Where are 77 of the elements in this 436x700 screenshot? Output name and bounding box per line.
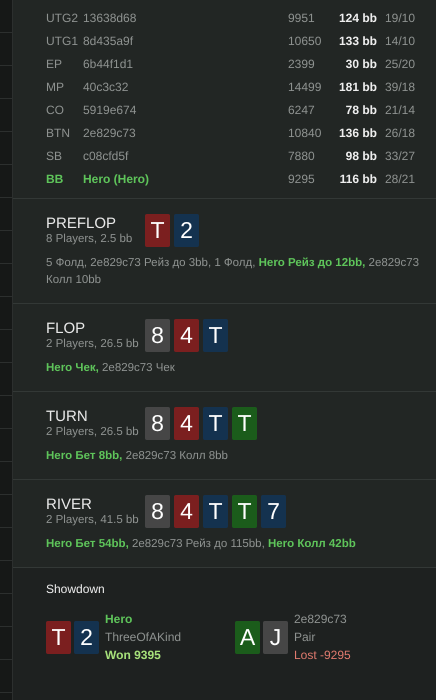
- street-title: RIVER: [46, 495, 93, 514]
- playing-card: J: [263, 620, 288, 654]
- playing-card: 8: [145, 319, 170, 352]
- chip-count: 14499: [288, 80, 322, 94]
- chip-count: 10650: [288, 34, 322, 48]
- seat-position: SB: [46, 148, 64, 162]
- result-amount: Lost -9295: [294, 648, 351, 662]
- stack-size: 78 bb: [344, 102, 378, 116]
- street-title: FLOP: [46, 319, 86, 338]
- action-log: 5 Фолд, 2e829c73 Рейз до 3bb, 1 Фолд, Hero Рейз до 12bb, 2e829c73 Колл 10bb: [46, 256, 420, 288]
- playing-card: 8: [145, 495, 170, 528]
- action-log: Hero Бет 8bb, 2e829c73 Колл 8bb: [46, 449, 229, 464]
- player-name: 13638d68: [83, 10, 138, 24]
- street-title: TURN: [46, 407, 89, 426]
- chip-count: 9295: [288, 172, 316, 186]
- playing-card: T: [145, 214, 170, 247]
- street-info: 2 Players, 26.5 bb: [46, 426, 139, 438]
- player-stats: 39/18: [385, 80, 416, 94]
- stack-size: 30 bb: [344, 56, 378, 70]
- playing-card: T: [232, 407, 257, 440]
- showdown-title: Showdown: [46, 582, 106, 596]
- playing-card: T: [203, 495, 228, 528]
- player-name: 2e829c73: [294, 612, 348, 626]
- chip-count: 10840: [288, 126, 322, 140]
- street-title: PREFLOP: [46, 214, 118, 233]
- chip-count: 6247: [288, 102, 316, 116]
- player-stats: 33/27: [385, 148, 416, 162]
- stack-size: 124 bb: [338, 10, 378, 24]
- player-name: 8d435a9f: [83, 34, 134, 48]
- seat-position: CO: [46, 102, 65, 116]
- chip-count: 7880: [288, 148, 316, 162]
- player-name: Hero: [105, 612, 134, 626]
- player-name: Hero (Hero): [83, 172, 150, 186]
- player-name: 2e829c73: [83, 126, 137, 140]
- stack-size: 181 bb: [338, 80, 378, 94]
- action-log: Hero Чек, 2e829c73 Чек: [46, 361, 176, 376]
- player-stats: 19/10: [385, 10, 416, 24]
- result-amount: Won 9395: [105, 648, 162, 662]
- action-log: Hero Бет 54bb, 2e829c73 Рейз до 115bb, Hero Колл 42bb: [46, 537, 357, 552]
- playing-card: 4: [174, 407, 199, 440]
- stack-size: 116 bb: [338, 172, 378, 186]
- seat-position: UTG1: [46, 34, 80, 48]
- stack-size: 133 bb: [338, 34, 378, 48]
- player-stats: 25/20: [385, 56, 416, 70]
- playing-card: 7: [261, 495, 286, 528]
- player-stats: 28/21: [385, 172, 416, 186]
- chip-count: 9951: [288, 10, 316, 24]
- player-stats: 26/18: [385, 126, 416, 140]
- playing-card: T: [203, 319, 228, 352]
- playing-card: 2: [174, 214, 199, 247]
- player-name: c08cfd5f: [83, 148, 130, 162]
- hand-combination: ThreeOfAKind: [105, 630, 182, 644]
- player-name: 5919e674: [83, 102, 138, 116]
- hand-combination: Pair: [294, 630, 316, 644]
- playing-card: 8: [145, 407, 170, 440]
- stack-size: 136 bb: [338, 126, 378, 140]
- seat-position: UTG2: [46, 10, 80, 24]
- playing-card: 2: [74, 620, 99, 654]
- playing-card: T: [232, 495, 257, 528]
- playing-card: 4: [174, 495, 199, 528]
- playing-card: 4: [174, 319, 199, 352]
- seat-position: MP: [46, 80, 65, 94]
- street-info: 2 Players, 41.5 bb: [46, 514, 139, 526]
- street-info: 8 Players, 2.5 bb: [46, 233, 132, 245]
- playing-card: T: [46, 620, 71, 654]
- seat-position: BTN: [46, 126, 71, 140]
- seat-position: EP: [46, 56, 64, 70]
- player-stats: 14/10: [385, 34, 416, 48]
- player-name: 6b44f1d1: [83, 56, 134, 70]
- player-name: 40c3c32: [83, 80, 130, 94]
- playing-card: T: [203, 407, 228, 440]
- player-stats: 21/14: [385, 102, 416, 116]
- seat-position: BB: [46, 172, 64, 186]
- playing-card: A: [235, 620, 260, 654]
- chip-count: 2399: [288, 56, 316, 70]
- street-info: 2 Players, 26.5 bb: [46, 338, 139, 350]
- stack-size: 98 bb: [344, 148, 378, 162]
